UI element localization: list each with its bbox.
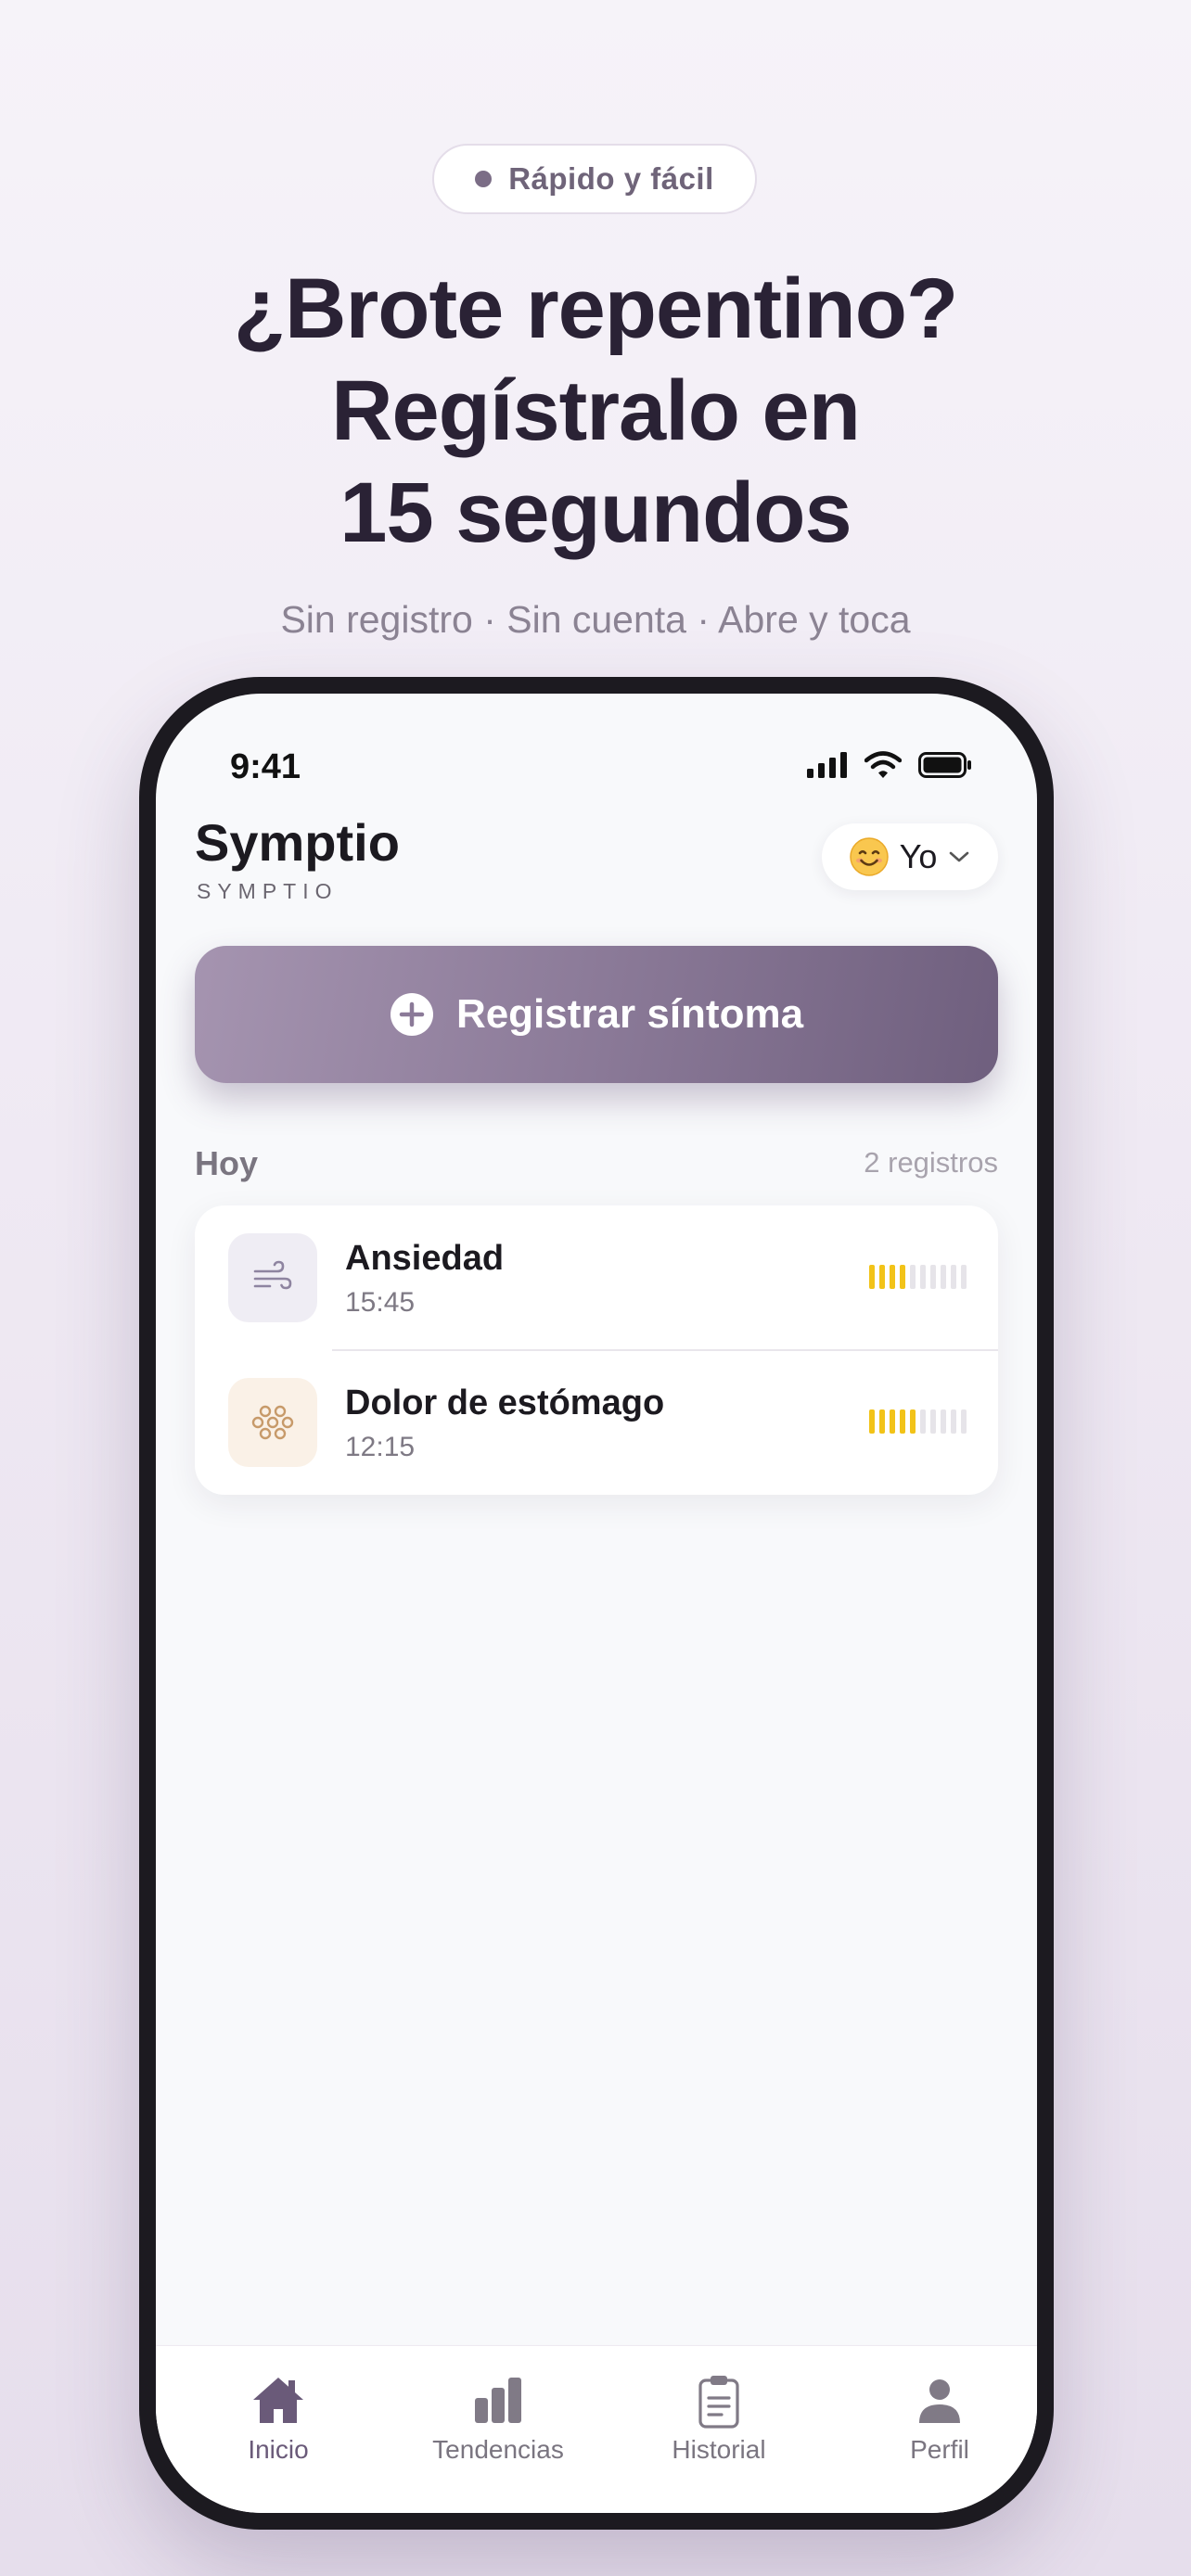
entry-name: Dolor de estómago: [345, 1384, 665, 1422]
today-entries-list: Ansiedad 15:45 Dolor de estómago 12:15: [195, 1205, 998, 1495]
intensity-segment: [879, 1409, 885, 1434]
intensity-segment: [890, 1409, 895, 1434]
today-section-title: Hoy: [195, 1144, 259, 1182]
intensity-segment: [941, 1265, 946, 1289]
tab-label: Tendencias: [432, 2435, 564, 2464]
intensity-segment: [869, 1409, 875, 1434]
intensity-meter: [869, 1409, 967, 1434]
clipboard-icon: [698, 2376, 739, 2429]
entry-time: 15:45: [345, 1287, 416, 1318]
person-icon: [919, 2379, 960, 2423]
entry-icon-box: [228, 1378, 317, 1467]
tab-perfil[interactable]: Perfil: [842, 2372, 1037, 2465]
list-item-stomach-pain[interactable]: Dolor de estómago 12:15: [195, 1350, 998, 1495]
plus-circle-icon: [390, 993, 433, 1036]
intensity-segment: [951, 1265, 956, 1289]
wifi-icon: [864, 751, 902, 778]
phone-screen: 9:41 Symptio SYMPTIO Yo Registrar síntom…: [156, 694, 1037, 2513]
battery-icon: [918, 752, 971, 778]
bar-chart-icon: [475, 2378, 521, 2423]
tab-label: Perfil: [910, 2435, 969, 2464]
app-title: Symptio: [195, 813, 400, 872]
intensity-segment: [910, 1409, 916, 1434]
entry-time: 12:15: [345, 1432, 416, 1462]
home-icon: [253, 2378, 303, 2423]
cellular-signal-icon: [807, 752, 847, 778]
badge-label: Rápido y fácil: [508, 161, 714, 196]
phone-mockup: 9:41 Symptio SYMPTIO Yo Registrar síntom…: [139, 677, 1054, 2530]
status-icons: [807, 751, 972, 779]
intensity-segment: [920, 1265, 926, 1289]
intensity-segment: [890, 1265, 895, 1289]
register-symptom-button[interactable]: Registrar síntoma: [195, 946, 998, 1083]
wind-icon: [253, 1260, 292, 1290]
tab-label: Historial: [672, 2435, 766, 2464]
status-time: 9:41: [230, 747, 301, 786]
tab-label: Inicio: [248, 2435, 309, 2464]
tab-historial[interactable]: Historial: [621, 2372, 816, 2465]
profile-name: Yo: [899, 837, 938, 875]
intensity-segment: [900, 1265, 905, 1289]
intensity-segment: [900, 1409, 905, 1434]
register-symptom-label: Registrar síntoma: [455, 991, 804, 1037]
tab-bar: Inicio Tendencias Historial Perfil: [156, 2345, 1037, 2513]
intensity-segment: [951, 1409, 956, 1434]
feature-badge: Rápido y fácil: [432, 144, 757, 214]
tab-inicio[interactable]: Inicio: [181, 2372, 376, 2465]
intensity-meter: [869, 1265, 967, 1289]
intensity-segment: [930, 1409, 936, 1434]
intensity-segment: [930, 1265, 936, 1289]
intensity-segment: [879, 1265, 885, 1289]
headline-line-2: Regístralo en: [331, 363, 861, 458]
entry-icon-box: [228, 1233, 317, 1322]
smiling-face-icon: [849, 837, 889, 876]
headline-line-1: ¿Brote repentino?: [233, 261, 958, 356]
promo-subline: Sin registro · Sin cuenta · Abre y toca: [280, 598, 911, 641]
intensity-segment: [961, 1409, 967, 1434]
intensity-segment: [869, 1265, 875, 1289]
list-item-anxiety[interactable]: Ansiedad 15:45: [195, 1205, 998, 1351]
intestine-icon: [251, 1405, 294, 1440]
intensity-segment: [910, 1265, 916, 1289]
entry-name: Ansiedad: [345, 1239, 505, 1278]
tab-tendencias[interactable]: Tendencias: [401, 2372, 596, 2465]
chevron-down-icon: [950, 851, 969, 862]
intensity-segment: [961, 1265, 967, 1289]
today-entry-count: 2 registros: [864, 1146, 998, 1179]
profile-selector[interactable]: Yo: [822, 823, 998, 890]
headline-line-3: 15 segundos: [339, 465, 852, 560]
badge-dot: [475, 171, 493, 187]
intensity-segment: [941, 1409, 946, 1434]
app-subtitle: SYMPTIO: [197, 879, 339, 903]
intensity-segment: [920, 1409, 926, 1434]
